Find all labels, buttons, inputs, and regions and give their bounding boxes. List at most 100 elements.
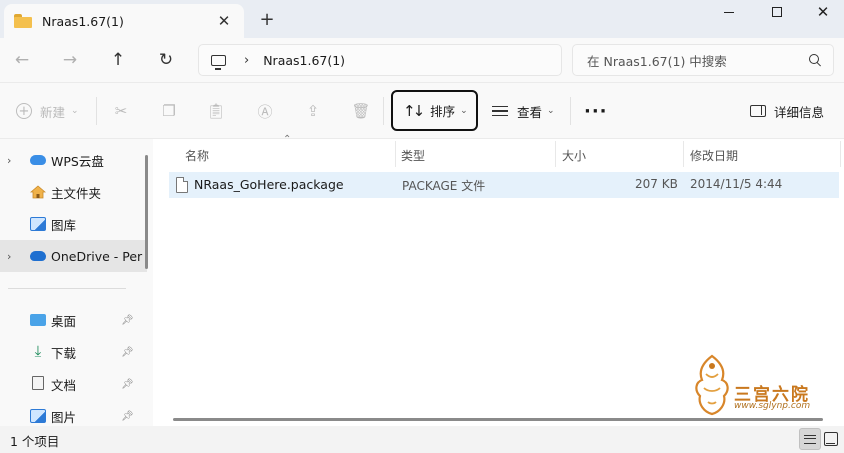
- refresh-icon[interactable]: ↻: [152, 47, 180, 73]
- tiles-view-button[interactable]: [824, 432, 838, 446]
- share-icon[interactable]: ⇪: [304, 102, 322, 120]
- sidebar-item-label: 下载: [51, 345, 77, 361]
- gallery-icon: [30, 217, 46, 231]
- onedrive-icon: [30, 251, 46, 261]
- column-divider[interactable]: [555, 141, 556, 167]
- minimize-icon: [724, 11, 734, 13]
- horizontal-scrollbar[interactable]: [173, 418, 823, 421]
- sidebar-item-wps-cloud[interactable]: › WPS云盘: [0, 144, 147, 176]
- tab-nraas[interactable]: Nraas1.67(1) ✕: [4, 4, 244, 38]
- search-input[interactable]: 在 Nraas1.67(1) 中搜索: [572, 44, 834, 76]
- details-pane-icon: [750, 105, 766, 117]
- sidebar-item-downloads[interactable]: ⤓ 下载 📌︎: [0, 336, 147, 368]
- minimize-button[interactable]: [706, 0, 752, 24]
- plus-circle-icon: +: [16, 103, 32, 119]
- paste-icon[interactable]: 📋︎: [206, 102, 225, 120]
- sort-icon: ↑↓: [403, 101, 425, 120]
- pin-icon[interactable]: 📌︎: [121, 379, 134, 390]
- watermark-url: www.sglynp.com: [734, 401, 811, 411]
- cut-icon[interactable]: ✂: [112, 102, 130, 120]
- sidebar-item-documents[interactable]: 文档 📌︎: [0, 368, 147, 400]
- close-window-button[interactable]: ✕: [800, 0, 844, 24]
- column-header-type[interactable]: 类型: [401, 144, 425, 166]
- file-name: NRaas_GoHere.package: [194, 177, 344, 192]
- details-view-button[interactable]: [799, 428, 821, 450]
- delete-icon[interactable]: 🗑︎: [351, 102, 370, 120]
- sidebar-item-label: 图片: [51, 409, 77, 425]
- address-bar[interactable]: › Nraas1.67(1): [198, 44, 562, 76]
- view-button-label: 查看: [517, 104, 543, 120]
- documents-icon: [32, 376, 44, 390]
- pin-icon[interactable]: 📌︎: [121, 347, 134, 358]
- command-bar: + 新建 ⌄ ✂ ❐ 📋︎ Ⓐ ⇪ 🗑︎ ↑↓ 排序 ⌄ 查看 ⌄ ··· 详细…: [0, 82, 844, 138]
- new-button[interactable]: + 新建 ⌄: [16, 97, 79, 125]
- close-icon: ✕: [816, 3, 830, 21]
- sort-button[interactable]: ↑↓ 排序 ⌄: [391, 90, 478, 131]
- sidebar-scrollbar[interactable]: [145, 155, 148, 269]
- table-row[interactable]: NRaas_GoHere.package PACKAGE 文件 207 KB 2…: [169, 172, 839, 198]
- file-size: 207 KB: [635, 177, 678, 191]
- details-view-icon: [804, 434, 816, 444]
- sidebar-item-onedrive[interactable]: › OneDrive - Per: [0, 240, 147, 272]
- search-placeholder: 在 Nraas1.67(1) 中搜索: [587, 53, 727, 69]
- column-divider[interactable]: [683, 141, 684, 167]
- download-icon: ⤓: [34, 342, 42, 360]
- tab-title: Nraas1.67(1): [42, 13, 124, 29]
- view-button[interactable]: 查看 ⌄: [492, 97, 555, 125]
- toolbar-divider: [570, 97, 571, 125]
- up-arrow-icon[interactable]: ↑: [104, 47, 132, 73]
- pin-icon[interactable]: 📌︎: [121, 411, 134, 422]
- forward-arrow-icon[interactable]: →: [56, 47, 84, 73]
- breadcrumb[interactable]: Nraas1.67(1): [263, 53, 345, 68]
- more-options-button[interactable]: ···: [584, 97, 608, 125]
- item-count: 1 个项目: [10, 434, 60, 449]
- new-button-label: 新建: [40, 104, 66, 120]
- sidebar-item-desktop[interactable]: 桌面 📌︎: [0, 304, 147, 336]
- chevron-right-icon[interactable]: ›: [244, 53, 249, 68]
- phoenix-logo-icon: [695, 354, 729, 416]
- sidebar-item-label: 文档: [51, 377, 77, 393]
- rename-icon[interactable]: Ⓐ: [256, 102, 274, 121]
- desktop-icon: [30, 314, 46, 326]
- cloud-icon: [30, 155, 46, 165]
- sort-button-label: 排序: [430, 104, 456, 119]
- column-divider[interactable]: [395, 141, 396, 167]
- new-tab-button[interactable]: +: [256, 8, 278, 30]
- back-arrow-icon[interactable]: ←: [8, 47, 36, 73]
- column-divider[interactable]: [840, 141, 841, 167]
- pin-icon[interactable]: 📌︎: [121, 315, 134, 326]
- toolbar-divider: [96, 97, 97, 125]
- home-icon: [29, 185, 47, 199]
- chevron-down-icon: ⌄: [71, 106, 79, 116]
- details-pane-label: 详细信息: [774, 104, 825, 120]
- sidebar-item-label: 图库: [51, 217, 77, 233]
- status-bar: 1 个项目: [0, 426, 844, 453]
- sidebar-item-home[interactable]: 主文件夹: [0, 176, 147, 208]
- maximize-icon: [772, 7, 782, 17]
- column-header-size[interactable]: 大小: [562, 144, 586, 166]
- sidebar-item-label: 桌面: [51, 313, 77, 329]
- folder-icon: [14, 14, 32, 28]
- tab-close-icon[interactable]: ✕: [214, 11, 234, 31]
- chevron-right-icon[interactable]: ›: [7, 154, 11, 167]
- chevron-down-icon: ⌄: [547, 106, 555, 116]
- sort-caret-up-icon: ⌃: [283, 134, 292, 145]
- sidebar-item-gallery[interactable]: 图库: [0, 208, 147, 240]
- column-header-modified[interactable]: 修改日期: [690, 144, 738, 166]
- toolbar-divider: [383, 97, 384, 125]
- sidebar-divider: [8, 288, 126, 289]
- chevron-down-icon: ⌄: [460, 105, 468, 116]
- sidebar-item-label: 主文件夹: [51, 185, 102, 201]
- navigation-pane: › WPS云盘 主文件夹 图库 › OneDrive - Per 桌面 📌︎ ⤓…: [0, 138, 153, 426]
- column-header-name[interactable]: 名称: [185, 144, 209, 166]
- chevron-right-icon[interactable]: ›: [7, 250, 11, 263]
- maximize-button[interactable]: [754, 0, 800, 24]
- sidebar-item-label: WPS云盘: [51, 153, 104, 169]
- watermark-logo: 三宫六院 www.sglynp.com: [690, 352, 820, 418]
- copy-icon[interactable]: ❐: [160, 102, 178, 120]
- address-row: ← → ↑ ↻ › Nraas1.67(1) 在 Nraas1.67(1) 中搜…: [0, 38, 844, 82]
- pictures-icon: [30, 409, 46, 423]
- sidebar-item-label: OneDrive - Per: [51, 248, 143, 264]
- search-icon: [809, 54, 821, 66]
- details-pane-button[interactable]: 详细信息: [750, 97, 824, 125]
